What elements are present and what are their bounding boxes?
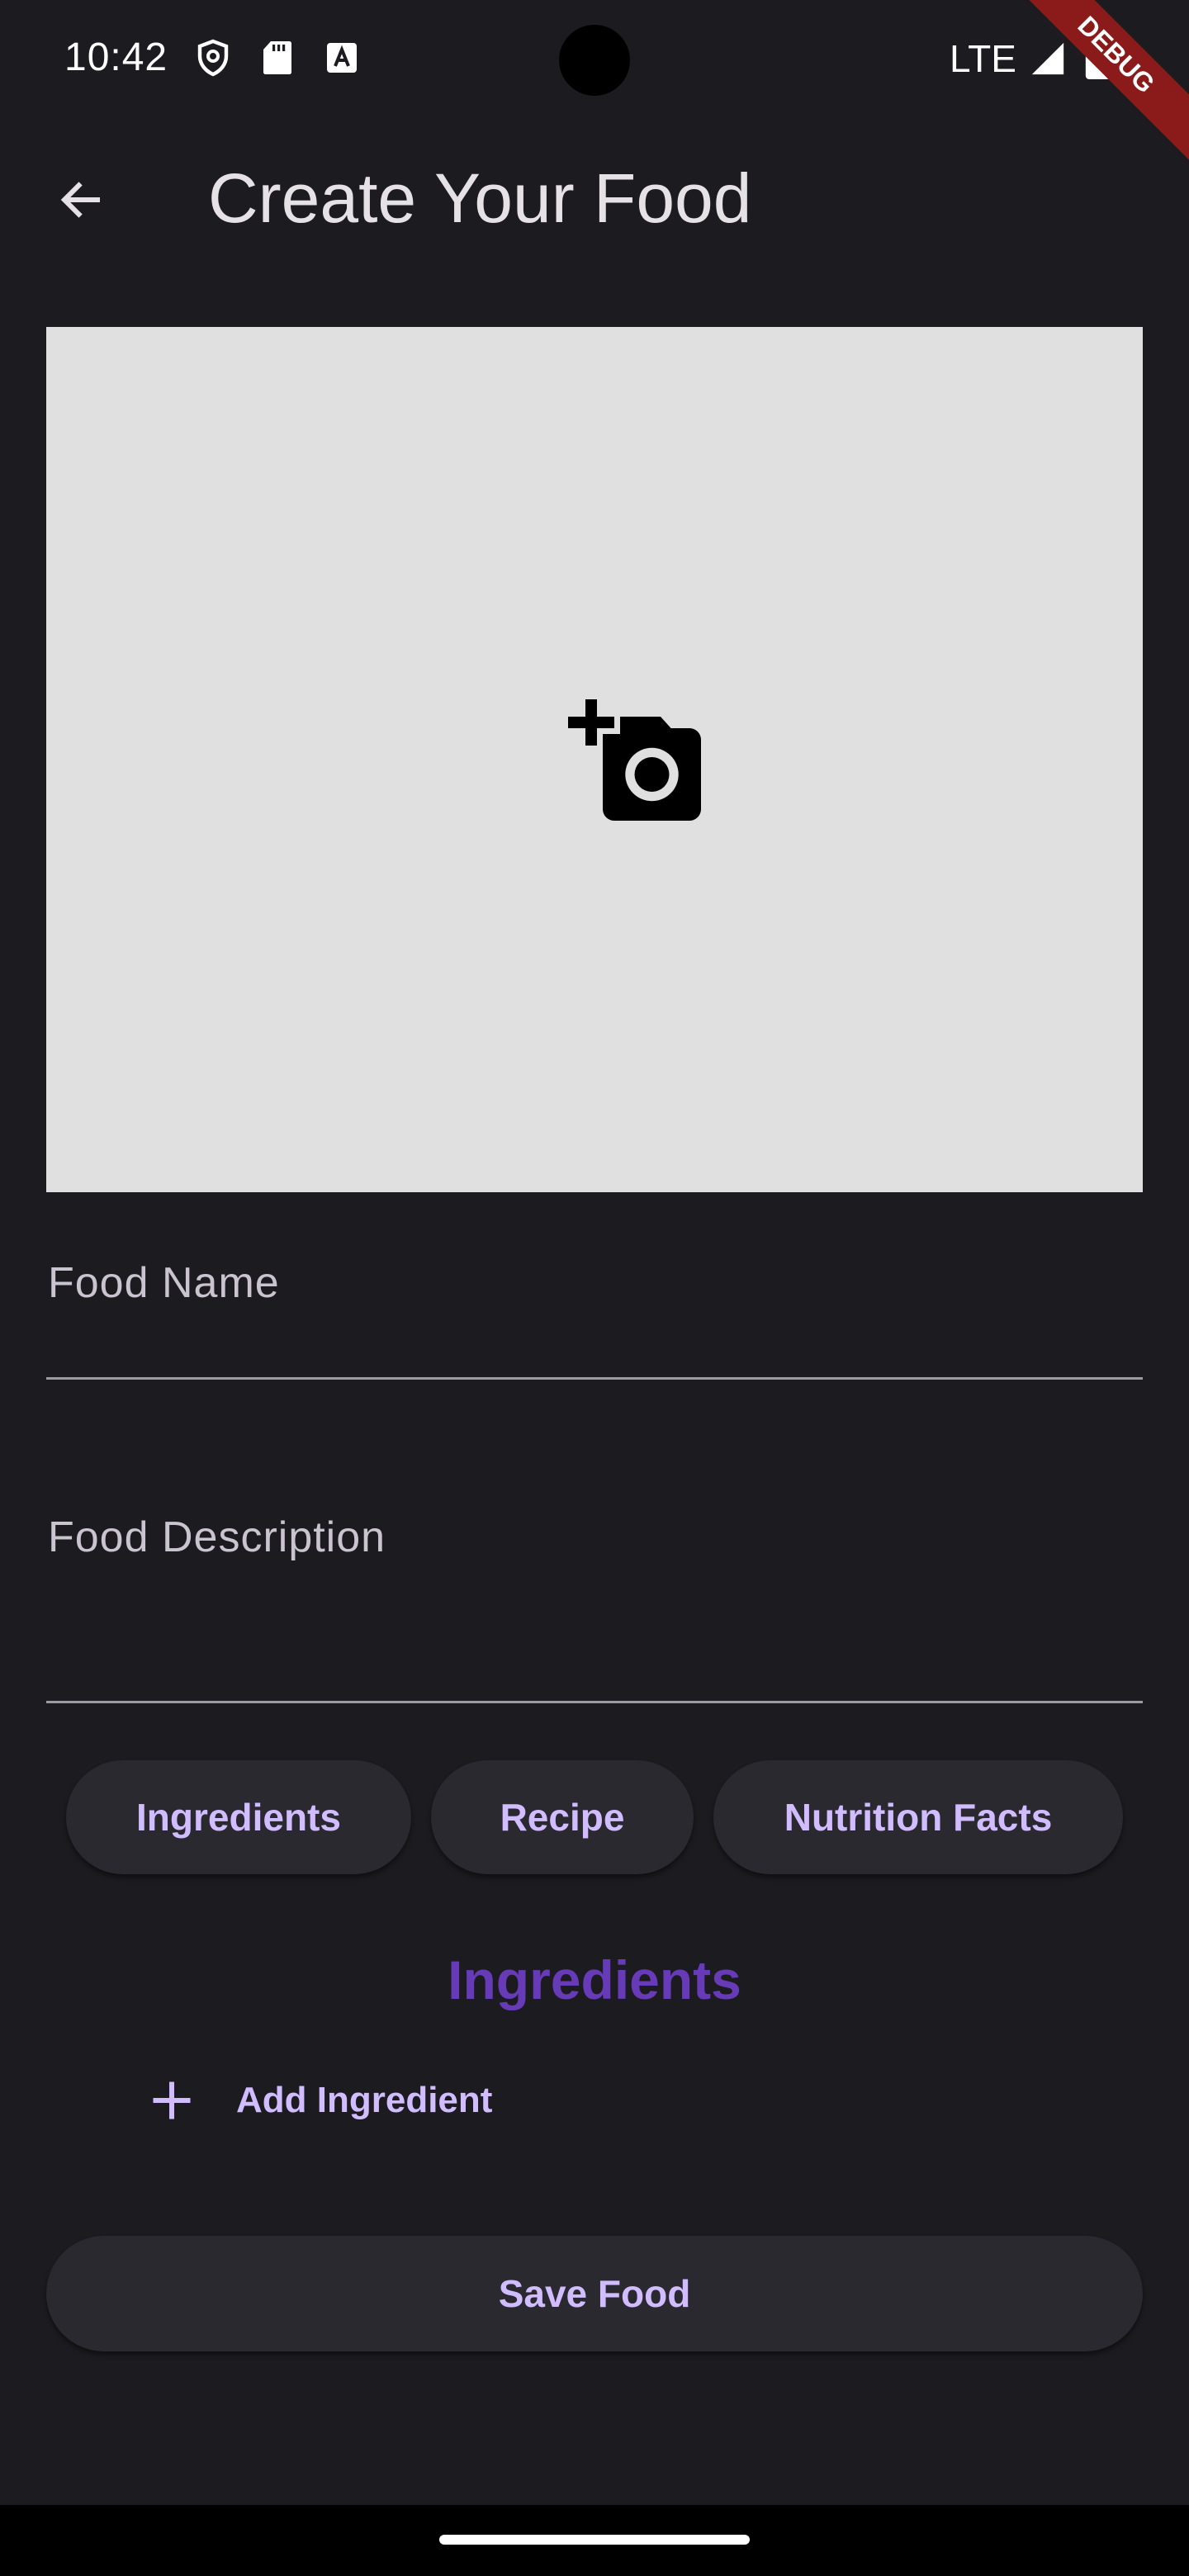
section-heading: Ingredients: [448, 1949, 741, 2010]
food-description-label: Food Description: [48, 1513, 386, 1561]
status-time: 10:42: [64, 36, 168, 79]
recipe-tab-button[interactable]: Recipe: [431, 1760, 694, 1874]
shield-icon: [197, 39, 229, 77]
food-name-field[interactable]: Food Name: [46, 1222, 1143, 1380]
page-title: Create Your Food: [208, 159, 752, 237]
signal-icon: [1031, 42, 1064, 75]
add-ingredient-label: Add Ingredient: [236, 2080, 493, 2120]
add-ingredient-button[interactable]: Add Ingredient: [137, 2061, 492, 2140]
save-food-button[interactable]: Save Food: [46, 2236, 1143, 2351]
food-name-label: Food Name: [48, 1259, 280, 1307]
food-description-field[interactable]: Food Description: [46, 1470, 1143, 1703]
food-image-picker[interactable]: [46, 327, 1143, 1192]
nutrition-facts-tab-button[interactable]: Nutrition Facts: [713, 1760, 1123, 1874]
sd-card-icon: [263, 41, 291, 74]
home-indicator[interactable]: [439, 2535, 750, 2545]
network-type: LTE: [950, 37, 1016, 80]
camera-cutout: [559, 25, 630, 96]
create-food-screen: 10:42 LTE DEBUG Create Your Food Food Na…: [0, 0, 1189, 2576]
ingredients-tab-button[interactable]: Ingredients: [66, 1760, 411, 1874]
navigation-bar: [0, 2505, 1189, 2576]
back-button[interactable]: [41, 160, 121, 239]
add-a-photo-icon: [568, 699, 701, 821]
debug-banner: DEBUG: [994, 0, 1189, 177]
plus-icon: [153, 2081, 191, 2119]
status-bar: 10:42 LTE DEBUG: [0, 0, 1189, 177]
font-a-icon: [327, 43, 357, 73]
arrow-back-icon: [60, 182, 100, 218]
